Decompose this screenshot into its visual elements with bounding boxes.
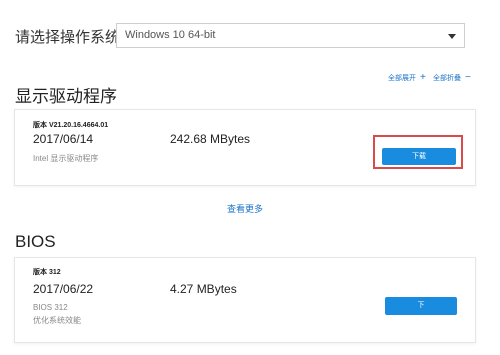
bios-description-line: 优化系统效能 bbox=[33, 316, 81, 325]
driver-card-display: 版本 V21.20.16.4664.01 2017/06/14 242.68 M… bbox=[14, 109, 476, 186]
bios-size: 4.27 MBytes bbox=[170, 282, 237, 296]
driver-date: 2017/06/14 bbox=[33, 132, 94, 146]
expand-all-label: 全部展开 bbox=[388, 75, 416, 82]
os-select-dropdown[interactable]: Windows 10 64-bit bbox=[116, 23, 465, 48]
view-more-link[interactable]: 查看更多 bbox=[227, 202, 263, 215]
bios-date: 2017/06/22 bbox=[33, 282, 94, 296]
bios-download-button[interactable]: 下 bbox=[385, 297, 457, 315]
collapse-all-link[interactable]: 全部折叠 − bbox=[433, 73, 471, 83]
download-button[interactable]: 下载 bbox=[382, 148, 456, 165]
collapse-all-label: 全部折叠 bbox=[433, 75, 461, 82]
driver-card-bios: 版本 312 2017/06/22 4.27 MBytes BIOS 312 优… bbox=[14, 257, 476, 343]
os-select-label: 请选择操作系统 bbox=[15, 29, 121, 46]
driver-description: Intel 显示驱动程序 bbox=[33, 154, 99, 163]
plus-icon: + bbox=[420, 72, 426, 83]
chevron-down-icon bbox=[448, 34, 456, 39]
expand-all-link[interactable]: 全部展开 + bbox=[388, 73, 426, 83]
bios-description-line: BIOS 312 bbox=[33, 303, 68, 312]
driver-size: 242.68 MBytes bbox=[170, 132, 251, 146]
bios-version: 版本 312 bbox=[33, 269, 61, 276]
section-title-display-driver: 显示驱动程序 bbox=[15, 87, 117, 106]
os-select-value: Windows 10 64-bit bbox=[125, 29, 216, 41]
driver-version: 版本 V21.20.16.4664.01 bbox=[33, 122, 109, 129]
minus-icon: − bbox=[465, 72, 471, 83]
section-title-bios: BIOS bbox=[15, 232, 56, 251]
